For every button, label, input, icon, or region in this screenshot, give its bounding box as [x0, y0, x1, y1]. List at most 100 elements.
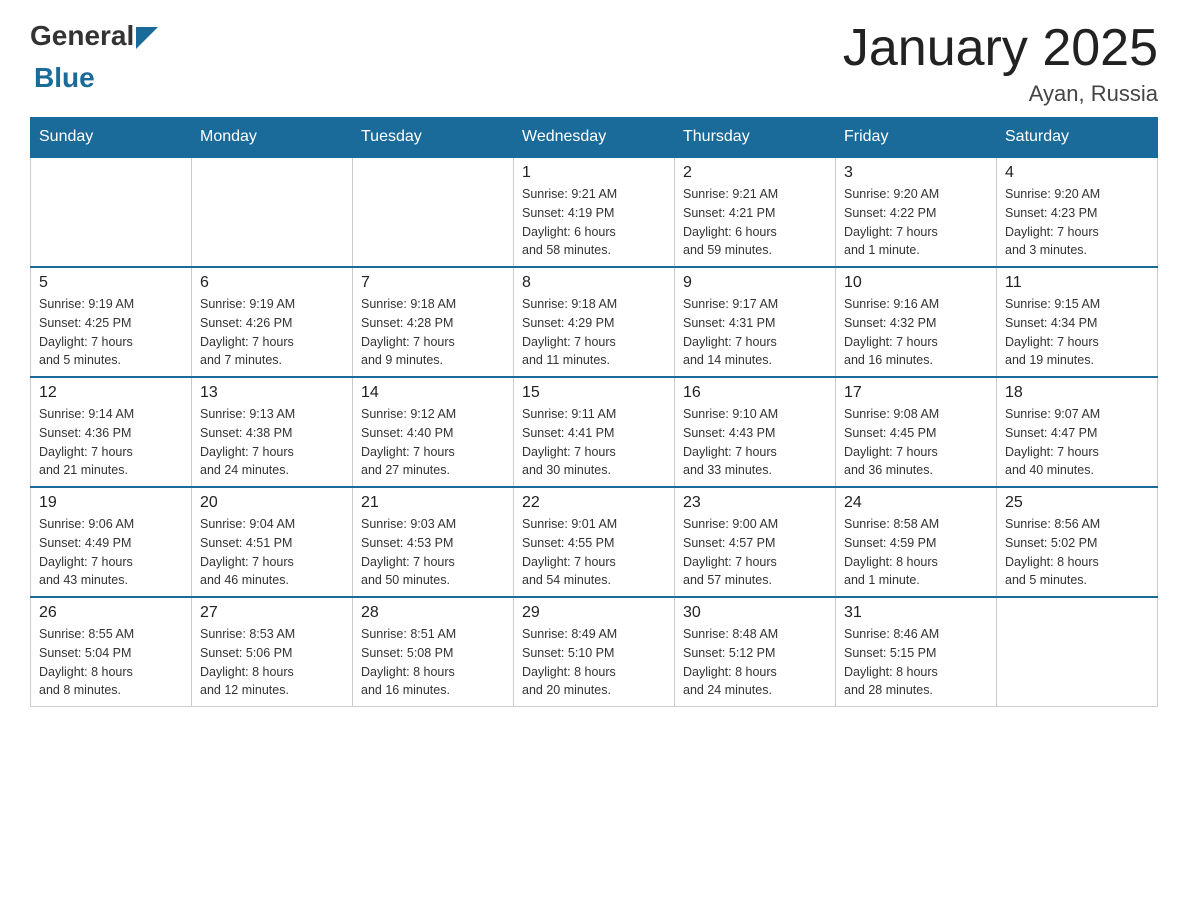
- day-info-text: Sunrise: 9:10 AM Sunset: 4:43 PM Dayligh…: [683, 405, 827, 480]
- day-number: 9: [683, 274, 827, 292]
- day-number: 12: [39, 384, 183, 402]
- logo-blue-text: Blue: [34, 62, 95, 94]
- day-info-text: Sunrise: 9:15 AM Sunset: 4:34 PM Dayligh…: [1005, 295, 1149, 370]
- day-info-text: Sunrise: 8:53 AM Sunset: 5:06 PM Dayligh…: [200, 625, 344, 700]
- calendar-day-4: 4 Sunrise: 9:20 AM Sunset: 4:23 PM Daylig…: [997, 157, 1158, 267]
- day-number: 28: [361, 604, 505, 622]
- calendar-day-30: 30 Sunrise: 8:48 AM Sunset: 5:12 PM Dayli…: [675, 597, 836, 707]
- day-number: 31: [844, 604, 988, 622]
- day-info-text: Sunrise: 9:12 AM Sunset: 4:40 PM Dayligh…: [361, 405, 505, 480]
- calendar-day-21: 21Sunrise: 9:03 AM Sunset: 4:53 PM Dayli…: [353, 487, 514, 597]
- calendar-day-6: 6 Sunrise: 9:19 AM Sunset: 4:26 PM Daylig…: [192, 267, 353, 377]
- day-info-text: Sunrise: 9:20 AM Sunset: 4:22 PM Dayligh…: [844, 185, 988, 260]
- day-number: 4: [1005, 164, 1149, 182]
- day-number: 11: [1005, 274, 1149, 292]
- day-info-text: Sunrise: 8:51 AM Sunset: 5:08 PM Dayligh…: [361, 625, 505, 700]
- calendar-day-20: 20Sunrise: 9:04 AM Sunset: 4:51 PM Dayli…: [192, 487, 353, 597]
- calendar-day-7: 7 Sunrise: 9:18 AM Sunset: 4:28 PM Daylig…: [353, 267, 514, 377]
- calendar-header-row: SundayMondayTuesdayWednesdayThursdayFrid…: [31, 118, 1158, 158]
- day-info-text: Sunrise: 8:55 AM Sunset: 5:04 PM Dayligh…: [39, 625, 183, 700]
- day-info-text: Sunrise: 9:11 AM Sunset: 4:41 PM Dayligh…: [522, 405, 666, 480]
- day-info-text: Sunrise: 9:20 AM Sunset: 4:23 PM Dayligh…: [1005, 185, 1149, 260]
- calendar-table: SundayMondayTuesdayWednesdayThursdayFrid…: [30, 117, 1158, 707]
- day-info-text: Sunrise: 8:58 AM Sunset: 4:59 PM Dayligh…: [844, 515, 988, 590]
- calendar-day-26: 26 Sunrise: 8:55 AM Sunset: 5:04 PM Dayli…: [31, 597, 192, 707]
- weekday-header-saturday: Saturday: [997, 118, 1158, 158]
- calendar-day-14: 14 Sunrise: 9:12 AM Sunset: 4:40 PM Dayli…: [353, 377, 514, 487]
- calendar-week-row: 26 Sunrise: 8:55 AM Sunset: 5:04 PM Dayli…: [31, 597, 1158, 707]
- calendar-empty-cell: [192, 157, 353, 267]
- calendar-day-1: 1Sunrise: 9:21 AM Sunset: 4:19 PM Daylig…: [514, 157, 675, 267]
- calendar-day-23: 23 Sunrise: 9:00 AM Sunset: 4:57 PM Dayli…: [675, 487, 836, 597]
- day-number: 18: [1005, 384, 1149, 402]
- day-info-text: Sunrise: 9:18 AM Sunset: 4:29 PM Dayligh…: [522, 295, 666, 370]
- logo-general-text: General: [30, 20, 134, 52]
- calendar-week-row: 12 Sunrise: 9:14 AM Sunset: 4:36 PM Dayli…: [31, 377, 1158, 487]
- day-info-text: Sunrise: 9:08 AM Sunset: 4:45 PM Dayligh…: [844, 405, 988, 480]
- calendar-day-11: 11 Sunrise: 9:15 AM Sunset: 4:34 PM Dayli…: [997, 267, 1158, 377]
- title-block: January 2025 Ayan, Russia: [843, 20, 1158, 107]
- calendar-day-29: 29 Sunrise: 8:49 AM Sunset: 5:10 PM Dayli…: [514, 597, 675, 707]
- day-info-text: Sunrise: 9:00 AM Sunset: 4:57 PM Dayligh…: [683, 515, 827, 590]
- day-info-text: Sunrise: 9:21 AM Sunset: 4:21 PM Dayligh…: [683, 185, 827, 260]
- day-info-text: Sunrise: 8:49 AM Sunset: 5:10 PM Dayligh…: [522, 625, 666, 700]
- weekday-header-tuesday: Tuesday: [353, 118, 514, 158]
- calendar-day-12: 12 Sunrise: 9:14 AM Sunset: 4:36 PM Dayli…: [31, 377, 192, 487]
- day-number: 6: [200, 274, 344, 292]
- calendar-empty-cell: [997, 597, 1158, 707]
- day-info-text: Sunrise: 8:46 AM Sunset: 5:15 PM Dayligh…: [844, 625, 988, 700]
- day-info-text: Sunrise: 9:19 AM Sunset: 4:25 PM Dayligh…: [39, 295, 183, 370]
- calendar-day-5: 5 Sunrise: 9:19 AM Sunset: 4:25 PM Daylig…: [31, 267, 192, 377]
- calendar-day-17: 17 Sunrise: 9:08 AM Sunset: 4:45 PM Dayli…: [836, 377, 997, 487]
- weekday-header-sunday: Sunday: [31, 118, 192, 158]
- day-info-text: Sunrise: 9:17 AM Sunset: 4:31 PM Dayligh…: [683, 295, 827, 370]
- day-number: 19: [39, 494, 183, 512]
- day-info-text: Sunrise: 9:13 AM Sunset: 4:38 PM Dayligh…: [200, 405, 344, 480]
- day-number: 14: [361, 384, 505, 402]
- day-number: 5: [39, 274, 183, 292]
- calendar-title: January 2025: [843, 20, 1158, 77]
- weekday-header-wednesday: Wednesday: [514, 118, 675, 158]
- calendar-day-22: 22Sunrise: 9:01 AM Sunset: 4:55 PM Dayli…: [514, 487, 675, 597]
- weekday-header-monday: Monday: [192, 118, 353, 158]
- day-number: 25: [1005, 494, 1149, 512]
- day-info-text: Sunrise: 9:19 AM Sunset: 4:26 PM Dayligh…: [200, 295, 344, 370]
- day-number: 23: [683, 494, 827, 512]
- day-info-text: Sunrise: 9:04 AM Sunset: 4:51 PM Dayligh…: [200, 515, 344, 590]
- calendar-empty-cell: [353, 157, 514, 267]
- day-info-text: Sunrise: 9:06 AM Sunset: 4:49 PM Dayligh…: [39, 515, 183, 590]
- calendar-day-28: 28 Sunrise: 8:51 AM Sunset: 5:08 PM Dayli…: [353, 597, 514, 707]
- day-info-text: Sunrise: 9:18 AM Sunset: 4:28 PM Dayligh…: [361, 295, 505, 370]
- calendar-day-10: 10 Sunrise: 9:16 AM Sunset: 4:32 PM Dayli…: [836, 267, 997, 377]
- day-info-text: Sunrise: 9:01 AM Sunset: 4:55 PM Dayligh…: [522, 515, 666, 590]
- calendar-subtitle: Ayan, Russia: [843, 81, 1158, 107]
- weekday-header-thursday: Thursday: [675, 118, 836, 158]
- day-info-text: Sunrise: 9:16 AM Sunset: 4:32 PM Dayligh…: [844, 295, 988, 370]
- day-number: 29: [522, 604, 666, 622]
- calendar-day-19: 19 Sunrise: 9:06 AM Sunset: 4:49 PM Dayli…: [31, 487, 192, 597]
- calendar-day-16: 16Sunrise: 9:10 AM Sunset: 4:43 PM Dayli…: [675, 377, 836, 487]
- day-number: 24: [844, 494, 988, 512]
- day-info-text: Sunrise: 9:14 AM Sunset: 4:36 PM Dayligh…: [39, 405, 183, 480]
- day-number: 1: [522, 164, 666, 182]
- day-info-text: Sunrise: 8:48 AM Sunset: 5:12 PM Dayligh…: [683, 625, 827, 700]
- logo-triangle-icon: [136, 27, 158, 49]
- day-number: 30: [683, 604, 827, 622]
- page-header: General Blue January 2025 Ayan, Russia: [30, 20, 1158, 107]
- day-number: 15: [522, 384, 666, 402]
- calendar-day-2: 2 Sunrise: 9:21 AM Sunset: 4:21 PM Daylig…: [675, 157, 836, 267]
- day-number: 2: [683, 164, 827, 182]
- day-number: 26: [39, 604, 183, 622]
- day-number: 10: [844, 274, 988, 292]
- calendar-day-25: 25Sunrise: 8:56 AM Sunset: 5:02 PM Dayli…: [997, 487, 1158, 597]
- day-number: 17: [844, 384, 988, 402]
- calendar-week-row: 1Sunrise: 9:21 AM Sunset: 4:19 PM Daylig…: [31, 157, 1158, 267]
- day-info-text: Sunrise: 9:07 AM Sunset: 4:47 PM Dayligh…: [1005, 405, 1149, 480]
- calendar-day-15: 15 Sunrise: 9:11 AM Sunset: 4:41 PM Dayli…: [514, 377, 675, 487]
- calendar-day-13: 13Sunrise: 9:13 AM Sunset: 4:38 PM Dayli…: [192, 377, 353, 487]
- calendar-week-row: 5 Sunrise: 9:19 AM Sunset: 4:25 PM Daylig…: [31, 267, 1158, 377]
- calendar-day-24: 24 Sunrise: 8:58 AM Sunset: 4:59 PM Dayli…: [836, 487, 997, 597]
- day-number: 7: [361, 274, 505, 292]
- calendar-week-row: 19 Sunrise: 9:06 AM Sunset: 4:49 PM Dayli…: [31, 487, 1158, 597]
- day-number: 21: [361, 494, 505, 512]
